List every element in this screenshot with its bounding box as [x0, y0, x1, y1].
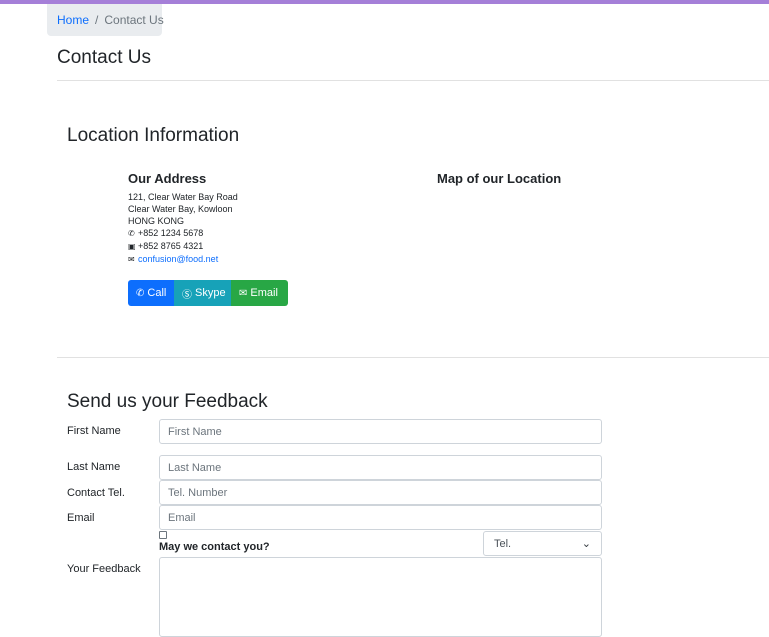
envelope-icon: ✉ [128, 255, 135, 264]
map-title: Map of our Location [437, 171, 562, 186]
feedback-label: Your Feedback [67, 563, 141, 575]
email-label: Email [67, 512, 95, 524]
divider [57, 357, 769, 358]
breadcrumb-current: Contact Us [104, 13, 164, 27]
skype-icon: Ⓢ [182, 289, 192, 301]
address-line-3: HONG KONG [128, 216, 185, 226]
first-name-input[interactable] [159, 419, 602, 444]
may-contact-label: May we contact you? [159, 541, 270, 553]
breadcrumb: Home / Contact Us [47, 4, 164, 36]
email-button[interactable]: ✉ Email [231, 280, 288, 306]
feedback-textarea[interactable] [159, 557, 602, 637]
tel-number-input[interactable] [159, 480, 602, 505]
phone-icon: ✆ [136, 287, 145, 299]
page-title: Contact Us [57, 47, 151, 68]
fax-icon: ▣ [128, 242, 136, 251]
envelope-icon: ✉ [239, 287, 248, 299]
contact-method-select[interactable]: Tel. ⌄ [483, 531, 602, 556]
phone-line: ✆ +852 1234 5678 [128, 227, 238, 240]
phone-icon: ✆ [128, 229, 135, 238]
address-title: Our Address [128, 171, 207, 186]
breadcrumb-separator: / [95, 13, 99, 27]
call-button-label: Call [147, 287, 167, 299]
fax-line: ▣ +852 8765 4321 [128, 240, 238, 253]
address-block: 121, Clear Water Bay Road Clear Water Ba… [128, 191, 238, 266]
address-line-2: Clear Water Bay, Kowloon [128, 204, 233, 214]
fax-number: +852 8765 4321 [138, 241, 204, 251]
last-name-label: Last Name [67, 461, 121, 473]
location-section-title: Location Information [67, 125, 240, 146]
email-input[interactable] [159, 505, 602, 530]
email-link[interactable]: confusion@food.net [138, 254, 218, 264]
contact-button-group: ✆ Call Ⓢ Skype ✉ Email [128, 280, 288, 306]
contact-tel-label: Contact Tel. [67, 487, 125, 499]
chevron-down-icon: ⌄ [581, 538, 591, 550]
skype-button[interactable]: Ⓢ Skype [174, 280, 231, 306]
phone-number: +852 1234 5678 [138, 228, 204, 238]
breadcrumb-home-link[interactable]: Home [57, 13, 89, 27]
address-line-1: 121, Clear Water Bay Road [128, 192, 238, 202]
contact-method-value: Tel. [494, 537, 512, 550]
first-name-label: First Name [67, 425, 121, 437]
feedback-section-title: Send us your Feedback [67, 391, 268, 412]
email-button-label: Email [250, 287, 278, 299]
email-line: ✉ confusion@food.net [128, 253, 238, 266]
may-contact-checkbox[interactable] [159, 531, 167, 539]
skype-button-label: Skype [195, 287, 226, 299]
last-name-input[interactable] [159, 455, 602, 480]
divider [57, 80, 769, 81]
call-button[interactable]: ✆ Call [128, 280, 174, 306]
